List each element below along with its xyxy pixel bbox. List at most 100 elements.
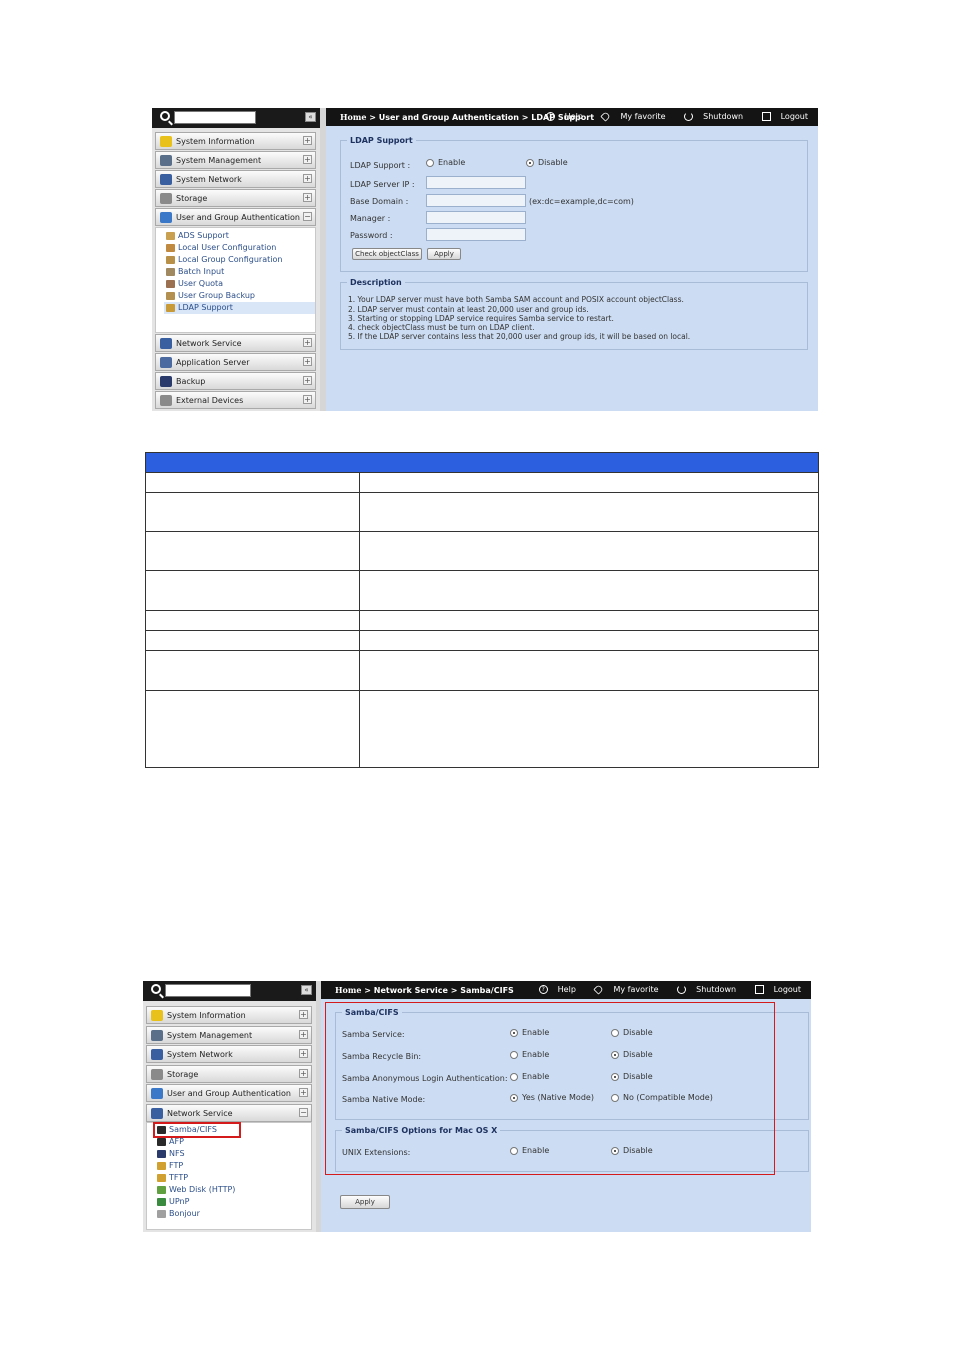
sidebar-item-external-devices[interactable]: External Devices +	[155, 391, 316, 409]
expand-icon[interactable]: +	[299, 1088, 308, 1097]
help-link[interactable]: ? Help	[538, 112, 583, 121]
description-line: 2. LDAP server must contain at least 20,…	[348, 305, 589, 314]
check-objectclass-button[interactable]: Check objectClass	[352, 248, 422, 260]
sidebar-item-label: System Management	[167, 1031, 253, 1040]
shutdown-link[interactable]: Shutdown	[676, 112, 743, 121]
search-input[interactable]	[174, 111, 256, 124]
table-cell-item	[146, 651, 360, 690]
expand-icon[interactable]: +	[303, 136, 312, 145]
sidebar-item-user-group-auth[interactable]: User and Group Authentication +	[146, 1084, 312, 1102]
sidebar-item-storage[interactable]: Storage +	[146, 1065, 312, 1083]
sidebar-item-user-group-auth[interactable]: User and Group Authentication −	[155, 208, 316, 226]
breadcrumb-home[interactable]: Home	[340, 112, 366, 122]
sidebar-item-label: System Network	[167, 1050, 233, 1059]
sidebar-item-user-quota[interactable]: User Quota	[164, 278, 315, 290]
ldap-disable-option[interactable]: Disable	[526, 158, 568, 167]
table-row	[146, 611, 818, 631]
sidebar-item-backup[interactable]: Backup +	[155, 372, 316, 390]
collapse-icon[interactable]: «	[301, 985, 312, 995]
expand-icon[interactable]: +	[303, 376, 312, 385]
sidebar-item-label: FTP	[169, 1161, 184, 1170]
collapse-icon[interactable]: «	[305, 112, 316, 122]
sidebar-item-samba-cifs[interactable]: Samba/CIFS	[153, 1122, 241, 1138]
help-label: Help	[557, 985, 576, 994]
sidebar-item-batch-input[interactable]: Batch Input	[164, 266, 315, 278]
ldap-disable-radio[interactable]	[526, 158, 534, 167]
breadcrumb-item[interactable]: User and Group Authentication	[379, 113, 519, 122]
sidebar-item-label: System Network	[176, 175, 242, 184]
sidebar-item-label: LDAP Support	[178, 303, 233, 312]
external-icon	[160, 395, 172, 406]
table-cell-description	[360, 493, 818, 531]
apply-button[interactable]: Apply	[427, 248, 461, 260]
nfs-icon	[157, 1150, 166, 1158]
password-field[interactable]	[426, 228, 526, 241]
sidebar-item-network-service[interactable]: Network Service +	[155, 334, 316, 352]
sidebar-item-afp[interactable]: AFP	[155, 1136, 311, 1148]
sidebar-item-system-network[interactable]: System Network +	[155, 170, 316, 188]
help-link[interactable]: ? Help	[531, 985, 576, 994]
collapse-icon[interactable]: −	[299, 1108, 308, 1117]
logout-link[interactable]: Logout	[754, 112, 808, 121]
users-icon	[160, 212, 172, 223]
expand-icon[interactable]: +	[303, 395, 312, 404]
password-label: Password :	[350, 231, 393, 240]
network-icon	[160, 174, 172, 185]
expand-icon[interactable]: +	[303, 338, 312, 347]
sidebar-item-ftp[interactable]: FTP	[155, 1160, 311, 1172]
ldap-server-ip-field[interactable]	[426, 176, 526, 189]
shutdown-link[interactable]: Shutdown	[669, 985, 736, 994]
ldap-enable-option[interactable]: Enable	[426, 158, 465, 167]
expand-icon[interactable]: +	[299, 1069, 308, 1078]
collapse-icon[interactable]: −	[303, 212, 312, 221]
table-row	[146, 493, 818, 532]
ldap-enable-radio[interactable]	[426, 158, 434, 167]
ldap-screenshot: « System Information + System Management…	[152, 108, 818, 411]
table-cell-item	[146, 493, 360, 531]
sidebar-item-web-disk[interactable]: Web Disk (HTTP)	[155, 1184, 311, 1196]
base-domain-field[interactable]	[426, 194, 526, 207]
sidebar-item-nfs[interactable]: NFS	[155, 1148, 311, 1160]
sidebar-item-network-service[interactable]: Network Service −	[146, 1104, 312, 1122]
sidebar-item-local-user-config[interactable]: Local User Configuration	[164, 242, 315, 254]
sidebar: « System Information + System Management…	[152, 108, 320, 411]
sidebar-item-bonjour[interactable]: Bonjour	[155, 1208, 311, 1220]
expand-icon[interactable]: +	[303, 357, 312, 366]
upnp-icon	[157, 1198, 166, 1206]
expand-icon[interactable]: +	[299, 1030, 308, 1039]
expand-icon[interactable]: +	[303, 155, 312, 164]
breadcrumb-home[interactable]: Home	[335, 985, 361, 995]
expand-icon[interactable]: +	[303, 193, 312, 202]
apply-button[interactable]: Apply	[340, 1195, 390, 1209]
description-line: 4. check objectClass must be turn on LDA…	[348, 323, 535, 332]
expand-icon[interactable]: +	[299, 1049, 308, 1058]
sidebar-item-storage[interactable]: Storage +	[155, 189, 316, 207]
favorite-link[interactable]: My favorite	[586, 984, 659, 995]
sidebar-item-system-management[interactable]: System Management +	[155, 151, 316, 169]
sidebar-item-system-information[interactable]: System Information +	[155, 132, 316, 150]
search-input[interactable]	[165, 984, 251, 997]
description-legend: Description	[350, 278, 402, 287]
sidebar-item-upnp[interactable]: UPnP	[155, 1196, 311, 1208]
breadcrumb-item[interactable]: Network Service	[374, 986, 448, 995]
search-icon	[160, 111, 170, 121]
sidebar-item-system-network[interactable]: System Network +	[146, 1045, 312, 1063]
sidebar-item-system-information[interactable]: System Information +	[146, 1006, 312, 1024]
manager-field[interactable]	[426, 211, 526, 224]
sidebar-item-application-server[interactable]: Application Server +	[155, 353, 316, 371]
sidebar-item-ldap-support[interactable]: LDAP Support	[164, 302, 315, 314]
expand-icon[interactable]: +	[299, 1010, 308, 1019]
sidebar-item-system-management[interactable]: System Management +	[146, 1026, 312, 1044]
table-cell-description	[360, 611, 818, 630]
expand-icon[interactable]: +	[303, 174, 312, 183]
favorite-link[interactable]: My favorite	[593, 111, 666, 122]
base-domain-hint: (ex:dc=example,dc=com)	[529, 197, 634, 206]
sidebar-item-local-group-config[interactable]: Local Group Configuration	[164, 254, 315, 266]
sidebar-item-label: User Group Backup	[178, 291, 255, 300]
sidebar-item-user-group-backup[interactable]: User Group Backup	[164, 290, 315, 302]
network-icon	[151, 1049, 163, 1060]
sidebar-item-ads-support[interactable]: ADS Support	[164, 230, 315, 242]
logout-link[interactable]: Logout	[747, 985, 801, 994]
user-icon	[166, 244, 175, 252]
sidebar-item-tftp[interactable]: TFTP	[155, 1172, 311, 1184]
